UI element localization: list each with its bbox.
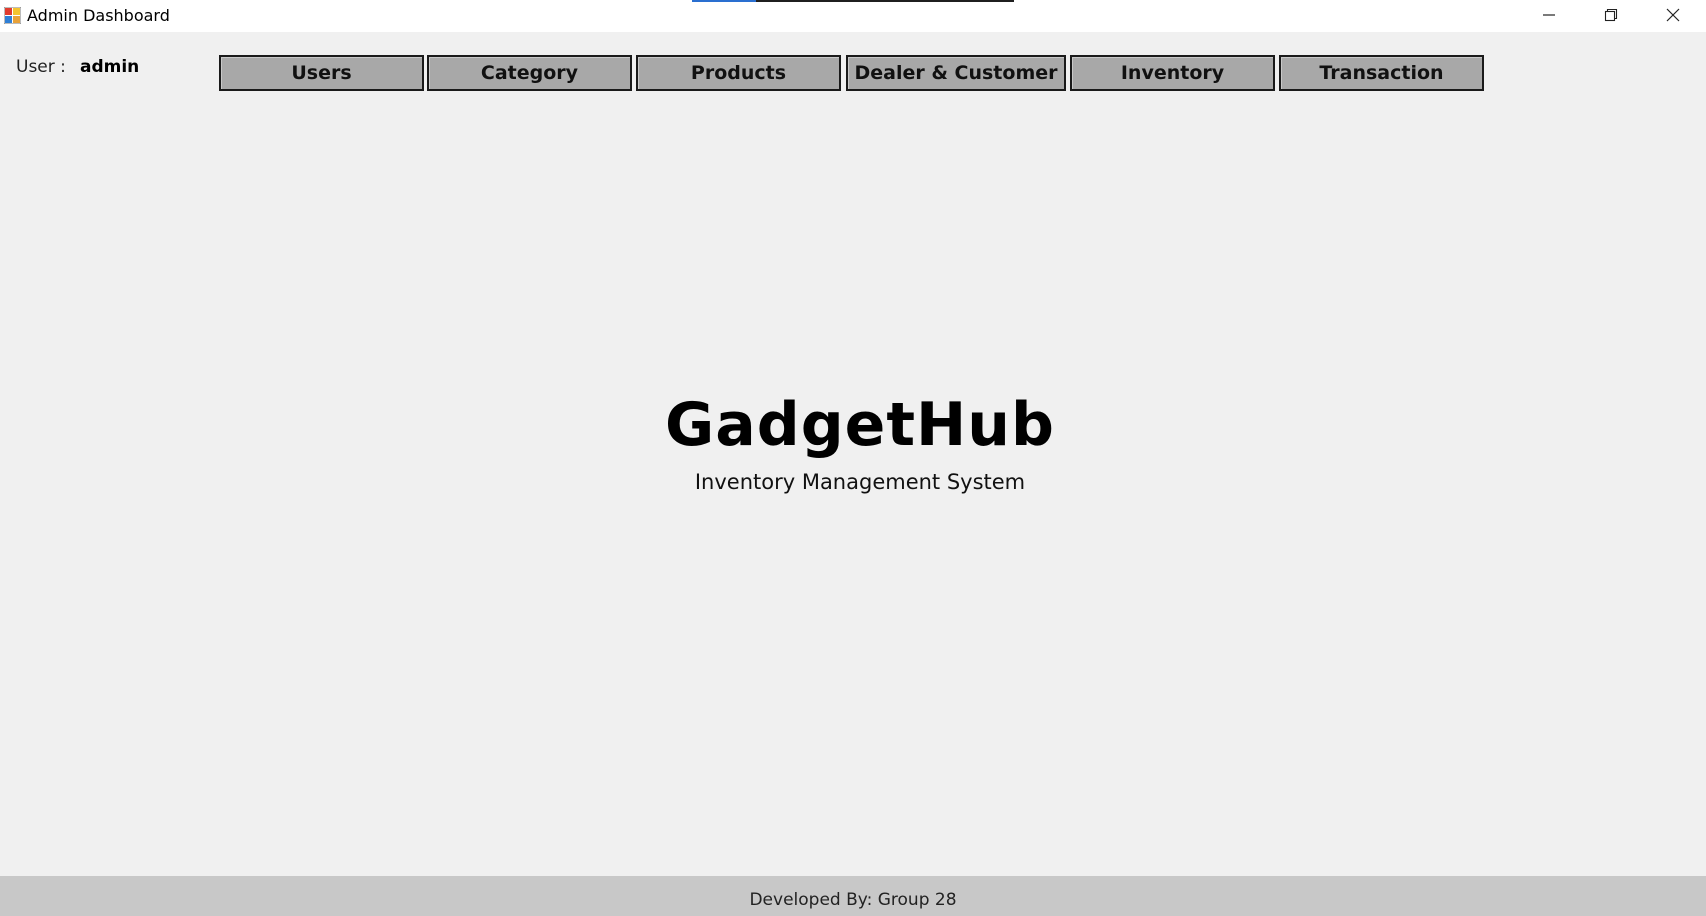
products-button[interactable]: Products xyxy=(636,55,841,91)
window-title: Admin Dashboard xyxy=(27,6,170,25)
user-name: admin xyxy=(80,57,140,77)
restore-icon xyxy=(1604,8,1618,22)
user-label: User : xyxy=(16,57,66,77)
app-subtitle: Inventory Management System xyxy=(694,470,1026,494)
category-button[interactable]: Category xyxy=(427,55,632,91)
title-progress-bar xyxy=(692,0,1014,2)
dealer-customer-button[interactable]: Dealer & Customer xyxy=(846,55,1066,91)
app-window-icon xyxy=(4,7,21,24)
restore-button[interactable] xyxy=(1580,0,1642,30)
close-icon xyxy=(1666,8,1680,22)
close-button[interactable] xyxy=(1642,0,1704,30)
title-bar[interactable]: Admin Dashboard xyxy=(0,0,1706,32)
footer-bar: Developed By: Group 28 xyxy=(0,876,1706,916)
minimize-icon xyxy=(1543,14,1555,16)
transaction-button[interactable]: Transaction xyxy=(1279,55,1484,91)
app-logo: GadgetHub xyxy=(665,390,1055,460)
minimize-button[interactable] xyxy=(1518,0,1580,30)
footer-credits: Developed By: Group 28 xyxy=(749,890,957,910)
title-progress-fill xyxy=(692,0,757,2)
admin-dashboard-window: Admin Dashboard User : admin Users Categ… xyxy=(0,0,1706,916)
inventory-button[interactable]: Inventory xyxy=(1070,55,1275,91)
users-button[interactable]: Users xyxy=(219,55,424,91)
